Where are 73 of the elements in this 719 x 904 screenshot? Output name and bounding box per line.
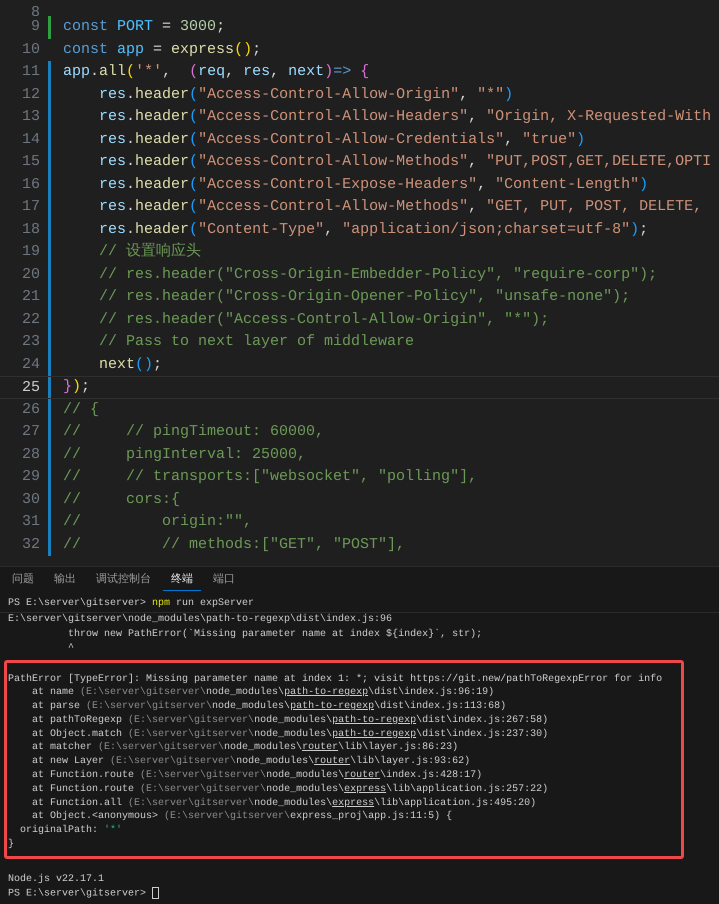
terminal-line: PathError [TypeError]: Missing parameter name at index 1: *; visit https://git.new/pathToRegexpError for info: [8, 672, 662, 686]
code-line: res.header("Access-Control-Allow-Methods", "PUT,POST,GET,DELETE,OPTI: [98, 152, 712, 172]
terminal-line: at parse (E:\server\gitserver\node_modules\path-to-regexp\dist\index.js:113:68): [31, 700, 506, 714]
panel-tab[interactable]: 输出: [46, 567, 84, 591]
terminal-line: E:\server\gitserver\node_modules\path-to-regexp\dist\index.js:96: [8, 613, 392, 627]
terminal-line: at matcher (E:\server\gitserver\node_modules\router\lib\layer.js:86:23): [31, 741, 458, 756]
terminal-line: PS E:\server\gitserver>: [8, 889, 148, 900]
line-number: 27: [0, 421, 51, 444]
code-line: res.header("Content-Type", "application/json;charset=utf-8");: [98, 220, 648, 240]
line-number: 32: [0, 534, 51, 556]
code-line: res.header("Access-Control-Allow-Credentials", "true"): [98, 130, 586, 150]
line-number: 20: [0, 264, 51, 286]
line-number: 18: [0, 218, 51, 241]
line-number: 16: [0, 174, 51, 196]
code-line: res.header("Access-Control-Allow-Headers", "Origin, X-Requested-With: [98, 107, 712, 128]
terminal-line: throw new PathError(`Missing parameter name at index ${index}`, str);: [67, 628, 482, 642]
terminal-line: originalPath: '*': [19, 824, 122, 838]
line-number: 23: [0, 331, 51, 354]
code-line: app.all('*', (req, res, next)=> {: [63, 62, 370, 82]
line-number: 19: [0, 241, 51, 264]
terminal-line: }: [8, 838, 14, 852]
line-number: 9: [0, 16, 51, 38]
terminal-line: PS E:\server\gitserver> npm run expServer: [0, 596, 719, 613]
terminal-line: at pathToRegexp (E:\server\gitserver\node_modules\path-to-regexp\dist\index.js:267:58): [31, 714, 548, 728]
code-line: // Pass to next layer of middleware: [98, 332, 414, 352]
code-line: // cors:{: [63, 490, 180, 510]
terminal-line: at Function.route (E:\server\gitserver\node_modules\express\lib\application.js:257:22): [31, 782, 548, 797]
code-line: // // methods:["GET", "POST"],: [63, 534, 406, 555]
code-line: res.header("Access-Control-Expose-Headers", "Content-Length"): [98, 174, 648, 195]
code-line: });: [63, 377, 90, 398]
line-number: 31: [0, 511, 51, 534]
line-number: 28: [0, 444, 51, 466]
line-number: 17: [0, 196, 51, 218]
code-line: res.header("Access-Control-Allow-Methods", "GET, PUT, POST, DELETE,: [98, 197, 702, 218]
panel-tab[interactable]: 终端: [163, 567, 201, 591]
code-line: const app = express();: [63, 40, 262, 60]
line-number: 8: [30, 3, 41, 16]
line-number: 30: [0, 488, 51, 511]
terminal-line: at Function.all (E:\server\gitserver\node_modules\express\lib\application.js:495:20): [31, 796, 536, 810]
line-number: 13: [0, 106, 51, 128]
line-number: 11: [0, 61, 51, 84]
terminal-line: Node.js v22.17.1: [8, 874, 104, 885]
line-number: 29: [0, 466, 51, 488]
line-number: 15: [0, 151, 51, 174]
terminal-line: at Object.<anonymous> (E:\server\gitserver\express_proj\app.js:11:5) {: [31, 810, 452, 824]
code-line: const PORT = 3000;: [63, 17, 226, 38]
line-number: 10: [20, 40, 41, 60]
panel-tab[interactable]: 端口: [205, 567, 243, 591]
terminal-line: at Object.match (E:\server\gitserver\node_modules\path-to-regexp\dist\index.js:237:30): [31, 728, 548, 742]
code-line: // {: [63, 400, 100, 420]
terminal-line: at name (E:\server\gitserver\node_modules\path-to-regexp\dist\index.js:96:19): [31, 686, 494, 700]
code-line: // res.header("Access-Control-Allow-Origin", "*");: [98, 310, 550, 330]
panel-tab[interactable]: 调试控制台: [88, 567, 159, 591]
code-line: // // transports:["websocket", "polling"],: [63, 467, 478, 488]
code-line: next();: [98, 354, 162, 375]
line-number: 26: [0, 398, 51, 421]
terminal-line: at Function.route (E:\server\gitserver\node_modules\router\index.js:428:17): [31, 769, 482, 783]
code-line: // res.header("Cross-Origin-Embedder-Policy", "require-corp");: [98, 264, 658, 285]
line-number: 14: [0, 128, 51, 151]
code-line: // origin:"",: [63, 512, 252, 532]
terminal-line: at new Layer (E:\server\gitserver\node_modules\router\lib\layer.js:93:62): [31, 755, 470, 770]
line-number: 25: [0, 377, 51, 398]
code-line: // res.header("Cross-Origin-Opener-Policy", "unsafe-none");: [98, 287, 630, 308]
line-number: 22: [0, 308, 51, 331]
line-number: 21: [0, 286, 51, 308]
code-line: // 设置响应头: [98, 241, 202, 262]
line-number: 12: [0, 84, 51, 106]
terminal-line: ^: [67, 642, 74, 656]
line-number: 24: [0, 354, 51, 376]
code-line: // pingInterval: 25000,: [63, 444, 306, 465]
panel-tab[interactable]: 问题: [4, 567, 42, 591]
code-line: res.header("Access-Control-Allow-Origin", "*"): [98, 84, 514, 105]
code-line: // // pingTimeout: 60000,: [63, 422, 324, 442]
